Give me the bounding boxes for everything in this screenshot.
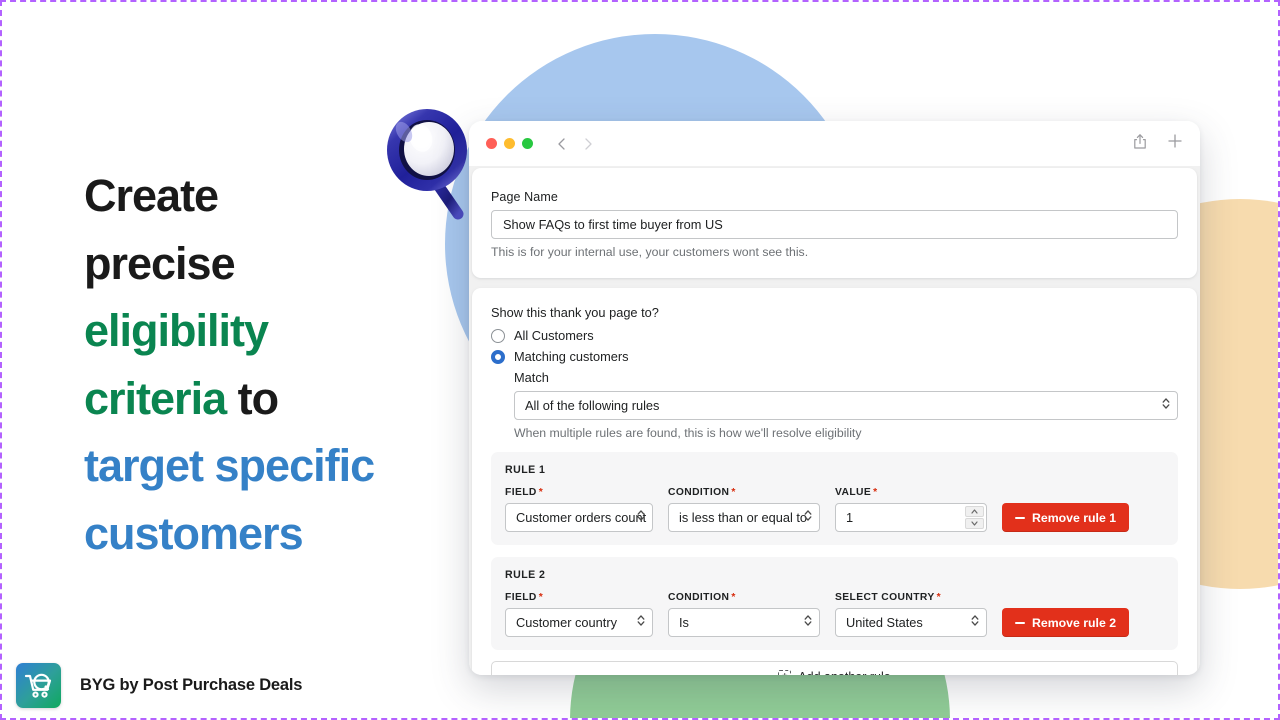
radio-icon-unchecked[interactable]	[491, 328, 505, 343]
required-marker: *	[873, 487, 878, 498]
radio-label-matching-customers: Matching customers	[514, 349, 629, 364]
rule-1-value-input[interactable]	[836, 504, 986, 531]
rule-1-title: RULE 1	[505, 464, 546, 476]
page-title: Create precise eligibility criteria to t…	[84, 162, 444, 567]
match-select[interactable]: All of the following rules	[514, 391, 1178, 420]
remove-rule-1-button[interactable]: Remove rule 1	[1002, 503, 1130, 532]
rule-2-field-select[interactable]: Customer country	[505, 608, 653, 637]
app-logo	[16, 663, 61, 708]
required-marker: *	[731, 592, 736, 603]
headline-line-2: precise	[84, 237, 236, 289]
rule-2-condition-label: CONDITION *	[668, 592, 736, 603]
stepper-down-button[interactable]	[965, 518, 984, 529]
rule-1-condition-value: is less than or equal to	[679, 510, 808, 525]
rule-1-condition-label: CONDITION *	[668, 487, 736, 498]
back-button[interactable]	[555, 137, 569, 151]
shopping-cart-icon	[24, 673, 51, 698]
radio-icon-checked[interactable]	[491, 349, 505, 364]
share-icon[interactable]	[1132, 133, 1148, 155]
page-name-help: This is for your internal use, your cust…	[491, 245, 809, 259]
stepper-buttons[interactable]	[965, 506, 984, 529]
rule-1-condition-select[interactable]: is less than or equal to	[668, 503, 820, 532]
match-block: Match All of the following rules When mu…	[514, 370, 1178, 440]
match-help: When multiple rules are found, this is h…	[514, 426, 862, 440]
radio-label-all-customers: All Customers	[514, 328, 594, 343]
rule-1-value-label: VALUE *	[835, 487, 878, 498]
browser-window: Page Name This is for your internal use,…	[469, 121, 1200, 675]
rule-2-country-select[interactable]: United States	[835, 608, 987, 637]
radio-matching-customers[interactable]: Matching customers	[491, 349, 1178, 364]
browser-titlebar	[469, 121, 1200, 166]
rule-1-field-select[interactable]: Customer orders count	[505, 503, 653, 532]
brand-footer: BYG by Post Purchase Deals	[16, 663, 302, 708]
stepper-up-button[interactable]	[965, 506, 984, 517]
rule-2-field-value: Customer country	[516, 615, 617, 630]
remove-rule-2-label: Remove rule 2	[1032, 615, 1117, 630]
rule-2-condition-value: Is	[679, 615, 689, 630]
headline-line-1: Create	[84, 170, 219, 221]
maximize-window-button[interactable]	[522, 138, 533, 149]
radio-all-customers[interactable]: All Customers	[491, 328, 1178, 343]
headline-line-6: customers	[84, 507, 304, 559]
browser-content: Page Name This is for your internal use,…	[469, 166, 1200, 675]
rule-1-field-value: Customer orders count	[516, 510, 647, 525]
rule-2-value-label: SELECT COUNTRY *	[835, 592, 942, 603]
rule-2-field-label: FIELD *	[505, 592, 544, 603]
rule-2-condition-select[interactable]: Is	[668, 608, 820, 637]
required-marker: *	[538, 592, 544, 603]
page-name-label: Page Name	[491, 190, 558, 204]
page-name-card: Page Name This is for your internal use,…	[472, 168, 1197, 278]
page-name-input[interactable]	[491, 210, 1178, 239]
brand-name: BYG by Post Purchase Deals	[80, 676, 303, 694]
headline-line-4a: criteria	[84, 372, 227, 424]
rule-1-field-label: FIELD *	[505, 487, 544, 498]
eligibility-title: Show this thank you page to?	[491, 305, 659, 320]
slide-canvas: Create precise eligibility criteria to t…	[0, 0, 1280, 720]
minimize-window-button[interactable]	[504, 138, 515, 149]
headline-line-4b: to	[226, 372, 279, 424]
rule-card-2: RULE 2 FIELD * Customer country CONDITIO…	[491, 557, 1178, 650]
new-tab-icon[interactable]	[1167, 133, 1183, 154]
headline-line-3: eligibility	[84, 305, 269, 356]
remove-rule-2-button[interactable]: Remove rule 2	[1002, 608, 1130, 637]
required-marker: *	[731, 487, 736, 498]
close-window-button[interactable]	[486, 138, 497, 149]
headline-line-5: target specific	[84, 440, 375, 491]
window-controls[interactable]	[486, 138, 533, 149]
match-label: Match	[514, 370, 549, 385]
match-select-value: All of the following rules	[525, 398, 660, 413]
minus-icon	[1015, 516, 1025, 519]
dashed-plus-icon: +	[778, 670, 792, 675]
eligibility-card: Show this thank you page to? All Custome…	[472, 288, 1197, 675]
minus-icon	[1015, 621, 1025, 624]
add-another-rule-button[interactable]: + Add another rule	[491, 661, 1178, 675]
required-marker: *	[538, 487, 544, 498]
add-another-rule-label: Add another rule	[798, 670, 890, 676]
rule-1-value-stepper[interactable]	[835, 503, 987, 532]
rule-2-country-value: United States	[846, 615, 923, 630]
rule-2-title: RULE 2	[505, 569, 546, 581]
forward-button[interactable]	[581, 137, 595, 151]
remove-rule-1-label: Remove rule 1	[1032, 510, 1117, 525]
required-marker: *	[936, 592, 942, 603]
rule-card-1: RULE 1 FIELD * Customer orders count CON…	[491, 452, 1178, 545]
